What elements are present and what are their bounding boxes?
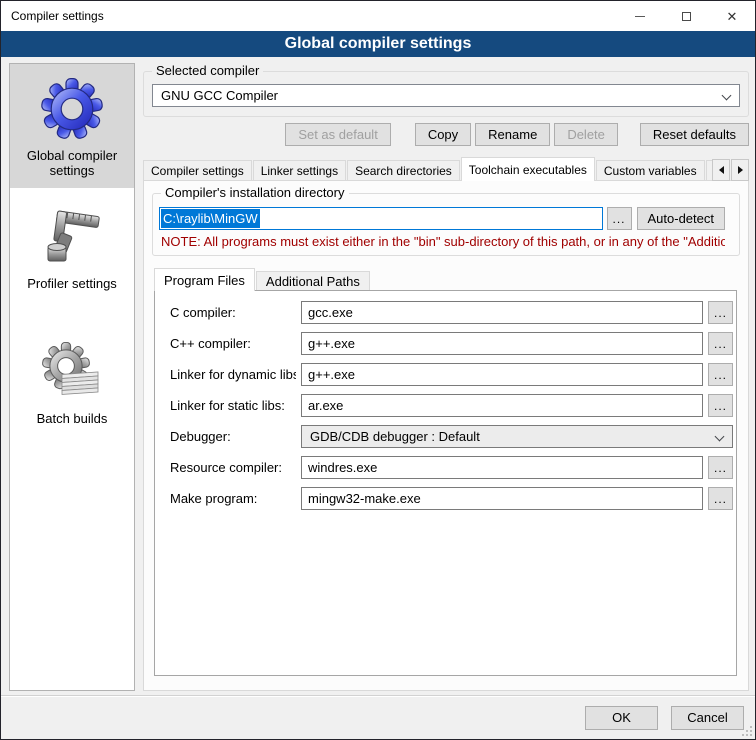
tab-toolchain-executables[interactable]: Toolchain executables [461,157,595,181]
delete-button[interactable]: Delete [554,123,618,146]
tab-search-directories[interactable]: Search directories [347,160,460,181]
linker-dynamic-browse-button[interactable]: ... [708,363,733,386]
toolchain-executables-page: Compiler's installation directory C:\ray… [143,180,749,691]
page-title-banner: Global compiler settings [1,31,755,57]
program-files-panel: C compiler: ... C++ compiler: ... Linker… [154,290,737,676]
compiler-select-value: GNU GCC Compiler [161,88,278,103]
chevron-down-icon [715,432,725,442]
set-as-default-button[interactable]: Set as default [285,123,391,146]
maximize-button[interactable] [663,1,709,31]
close-button[interactable]: ✕ [709,1,755,31]
resize-grip[interactable] [741,725,752,736]
dialog-footer: OK Cancel [1,695,755,739]
maximize-icon [682,12,691,21]
resource-compiler-browse-button[interactable]: ... [708,456,733,479]
subtab-program-files[interactable]: Program Files [154,268,255,291]
selected-compiler-group: Selected compiler GNU GCC Compiler [143,71,749,117]
close-icon: ✕ [727,10,738,23]
c-compiler-input[interactable] [301,301,703,324]
ok-button[interactable]: OK [585,706,658,730]
title-bar: Compiler settings ✕ [1,1,755,31]
toolchain-subtabs: Program Files Additional Paths [154,268,748,291]
subtab-additional-paths[interactable]: Additional Paths [256,271,370,291]
installation-directory-input[interactable]: C:\raylib\MinGW [159,207,603,230]
caption-buttons: ✕ [617,1,755,31]
sidebar-item-label: Profiler settings [27,276,117,291]
auto-detect-button[interactable]: Auto-detect [637,207,726,230]
window-title: Compiler settings [1,9,617,23]
sidebar-item-profiler-settings[interactable]: Profiler settings [10,192,134,301]
copy-button[interactable]: Copy [415,123,471,146]
installation-directory-row: C:\raylib\MinGW ... Auto-detect [159,207,725,230]
resource-compiler-input[interactable] [301,456,703,479]
blue-gear-icon [40,77,104,141]
cancel-button[interactable]: Cancel [671,706,744,730]
chevron-down-icon [722,91,732,101]
c-compiler-label: C compiler: [170,301,296,324]
sidebar-item-batch-builds[interactable]: Batch builds [10,327,134,436]
linker-static-input[interactable] [301,394,703,417]
cpp-compiler-browse-button[interactable]: ... [708,332,733,355]
compiler-select[interactable]: GNU GCC Compiler [152,84,740,107]
debugger-select[interactable]: GDB/CDB debugger : Default [301,425,733,448]
tab-scroll-left-button[interactable] [712,159,730,181]
compiler-settings-dialog: Compiler settings ✕ Global compiler sett… [0,0,756,740]
settings-category-list: Global compiler settings [9,63,135,691]
settings-tabs: Compiler settings Linker settings Search… [143,157,749,181]
arrow-left-icon [719,166,724,174]
caliper-icon [40,205,104,269]
tab-linker-settings[interactable]: Linker settings [253,160,346,181]
installation-directory-selected-text: C:\raylib\MinGW [161,209,260,228]
c-compiler-browse-button[interactable]: ... [708,301,733,324]
arrow-right-icon [738,166,743,174]
debugger-label: Debugger: [170,425,296,448]
resource-compiler-label: Resource compiler: [170,456,296,479]
linker-dynamic-input[interactable] [301,363,703,386]
page-title: Global compiler settings [285,35,472,53]
compiler-actions: Set as default Copy Rename Delete Reset … [143,123,749,146]
make-program-label: Make program: [170,487,296,510]
main-panel: Selected compiler GNU GCC Compiler Set a… [143,63,749,691]
make-program-browse-button[interactable]: ... [708,487,733,510]
sidebar-item-global-compiler-settings[interactable]: Global compiler settings [10,64,134,188]
sidebar-item-label: Batch builds [37,411,108,426]
cpp-compiler-label: C++ compiler: [170,332,296,355]
dialog-body: Global compiler settings [1,57,755,739]
selected-compiler-group-label: Selected compiler [152,63,263,78]
cpp-compiler-input[interactable] [301,332,703,355]
installation-note: NOTE: All programs must exist either in … [161,234,725,249]
tab-scroll-buttons [711,159,749,181]
tab-scroll-right-button[interactable] [731,159,749,181]
linker-static-browse-button[interactable]: ... [708,394,733,417]
reset-defaults-button[interactable]: Reset defaults [640,123,749,146]
debugger-select-value: GDB/CDB debugger : Default [310,429,480,444]
minimize-icon [635,16,645,17]
linker-static-label: Linker for static libs: [170,394,296,417]
tab-custom-variables[interactable]: Custom variables [596,160,705,181]
make-program-input[interactable] [301,487,703,510]
installation-directory-group-label: Compiler's installation directory [161,185,349,200]
installation-directory-group: Compiler's installation directory C:\ray… [152,193,740,256]
tab-compiler-settings[interactable]: Compiler settings [143,160,252,181]
rename-button[interactable]: Rename [475,123,550,146]
installation-directory-browse-button[interactable]: ... [607,207,632,230]
gray-gear-stack-icon [40,340,104,404]
minimize-button[interactable] [617,1,663,31]
linker-dynamic-label: Linker for dynamic libs: [170,363,296,386]
sidebar-item-label: Global compiler settings [27,148,117,178]
